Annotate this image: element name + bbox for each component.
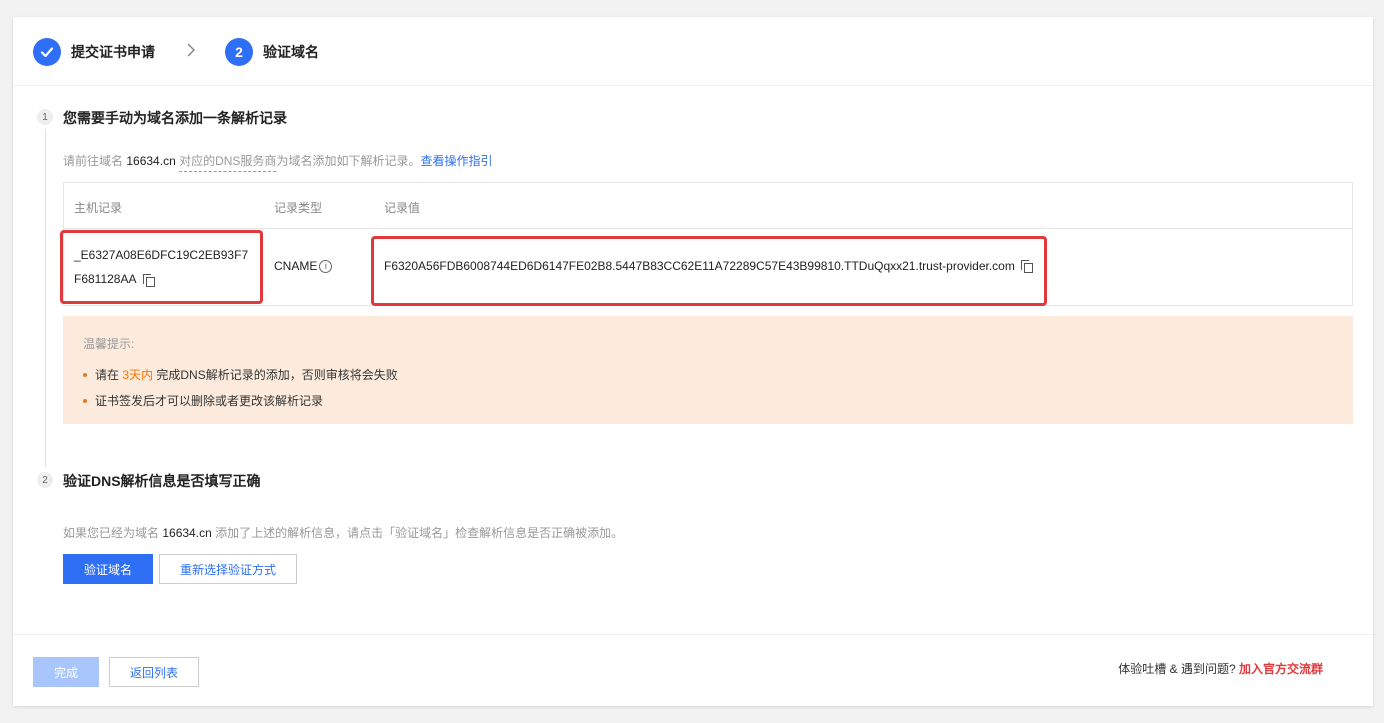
feedback: 体验吐槽 & 遇到问题? 加入官方交流群 <box>1118 660 1323 677</box>
desc-prefix: 如果您已经为域名 <box>63 526 160 540</box>
finish-button[interactable]: 完成 <box>33 657 99 687</box>
header-host: 主机记录 <box>74 201 123 215</box>
chevron-right-icon <box>187 42 196 62</box>
table-header: 主机记录 记录类型 记录值 <box>64 183 1352 229</box>
step1-label: 提交证书申请 <box>71 44 155 60</box>
record-value-text: F6320A56FDB6008744ED6D6147FE02B8.5447B83… <box>384 259 1015 273</box>
record-type-value: CNAME <box>274 259 318 273</box>
hint-prefix: 请前往域名 <box>63 154 124 168</box>
reselect-method-button[interactable]: 重新选择验证方式 <box>159 554 297 584</box>
section2-desc: 如果您已经为域名 16634.cn 添加了上述的解析信息，请点击「验证域名」检查… <box>63 524 623 541</box>
host-record-cell: _E6327A08E6DFC19C2EB93F7F681128AA <box>74 243 254 291</box>
desc-suffix: 添加了上述的解析信息，请点击「验证域名」检查解析信息是否正确被添加。 <box>215 526 624 540</box>
table-row: _E6327A08E6DFC19C2EB93F7F681128AA CNAME … <box>64 229 1352 305</box>
guide-link[interactable]: 查看操作指引 <box>420 154 492 168</box>
section1-hint: 请前往域名 16634.cn 对应的DNS服务商为域名添加如下解析记录。查看操作… <box>63 152 492 172</box>
step2-label: 验证域名 <box>263 44 319 60</box>
verify-domain-card: 提交证书申请 2 验证域名 1 您需要手动为域名添加一条解析记录 请前往域名 1… <box>13 17 1373 706</box>
verify-domain-button[interactable]: 验证域名 <box>63 554 153 584</box>
tip1-after: 完成DNS解析记录的添加，否则审核将会失败 <box>156 368 398 382</box>
dns-record-table: 主机记录 记录类型 记录值 _E6327A08E6DFC19C2EB93F7F6… <box>63 182 1353 306</box>
hint-dns-provider[interactable]: 对应的DNS服务商 <box>179 154 277 172</box>
info-icon[interactable]: i <box>319 259 333 273</box>
steps-rail <box>45 129 46 467</box>
tips-panel: 温馨提示: 请在 3天内 完成DNS解析记录的添加，否则审核将会失败 证书签发后… <box>63 316 1353 424</box>
tip1-accent: 3天内 <box>122 368 154 382</box>
tip2-text: 证书签发后才可以删除或者更改该解析记录 <box>95 394 324 408</box>
record-type-cell: CNAME i <box>274 259 333 273</box>
back-to-list-button[interactable]: 返回列表 <box>109 657 199 687</box>
stepper: 提交证书申请 2 验证域名 <box>33 37 319 67</box>
tip1-before: 请在 <box>95 368 120 382</box>
step2-number: 2 <box>225 38 253 66</box>
tips-title: 温馨提示: <box>83 337 135 351</box>
section2-title: 验证DNS解析信息是否填写正确 <box>63 473 261 489</box>
desc-domain: 16634.cn <box>162 526 212 540</box>
record-value-cell: F6320A56FDB6008744ED6D6147FE02B8.5447B83… <box>384 259 1033 273</box>
footer-divider <box>13 634 1373 635</box>
feedback-text: 体验吐槽 & 遇到问题? <box>1118 662 1236 676</box>
join-group-link[interactable]: 加入官方交流群 <box>1239 662 1323 676</box>
bullet-icon <box>83 398 87 403</box>
header-value: 记录值 <box>384 201 421 215</box>
header-divider <box>13 85 1373 86</box>
tip-item: 证书签发后才可以删除或者更改该解析记录 <box>83 392 323 409</box>
step1-check-icon <box>33 38 61 66</box>
section2-number: 2 <box>37 472 53 488</box>
section1-number: 1 <box>37 109 53 125</box>
header-type: 记录类型 <box>274 201 323 215</box>
hint-suffix: 为域名添加如下解析记录。 <box>276 154 421 168</box>
host-record-value: _E6327A08E6DFC19C2EB93F7F681128AA <box>74 248 249 286</box>
hint-domain: 16634.cn <box>126 154 176 168</box>
tip-item: 请在 3天内 完成DNS解析记录的添加，否则审核将会失败 <box>83 366 398 383</box>
copy-icon[interactable] <box>1020 260 1033 273</box>
copy-icon[interactable] <box>142 273 155 287</box>
section1-title: 您需要手动为域名添加一条解析记录 <box>63 110 287 126</box>
bullet-icon <box>83 372 87 377</box>
